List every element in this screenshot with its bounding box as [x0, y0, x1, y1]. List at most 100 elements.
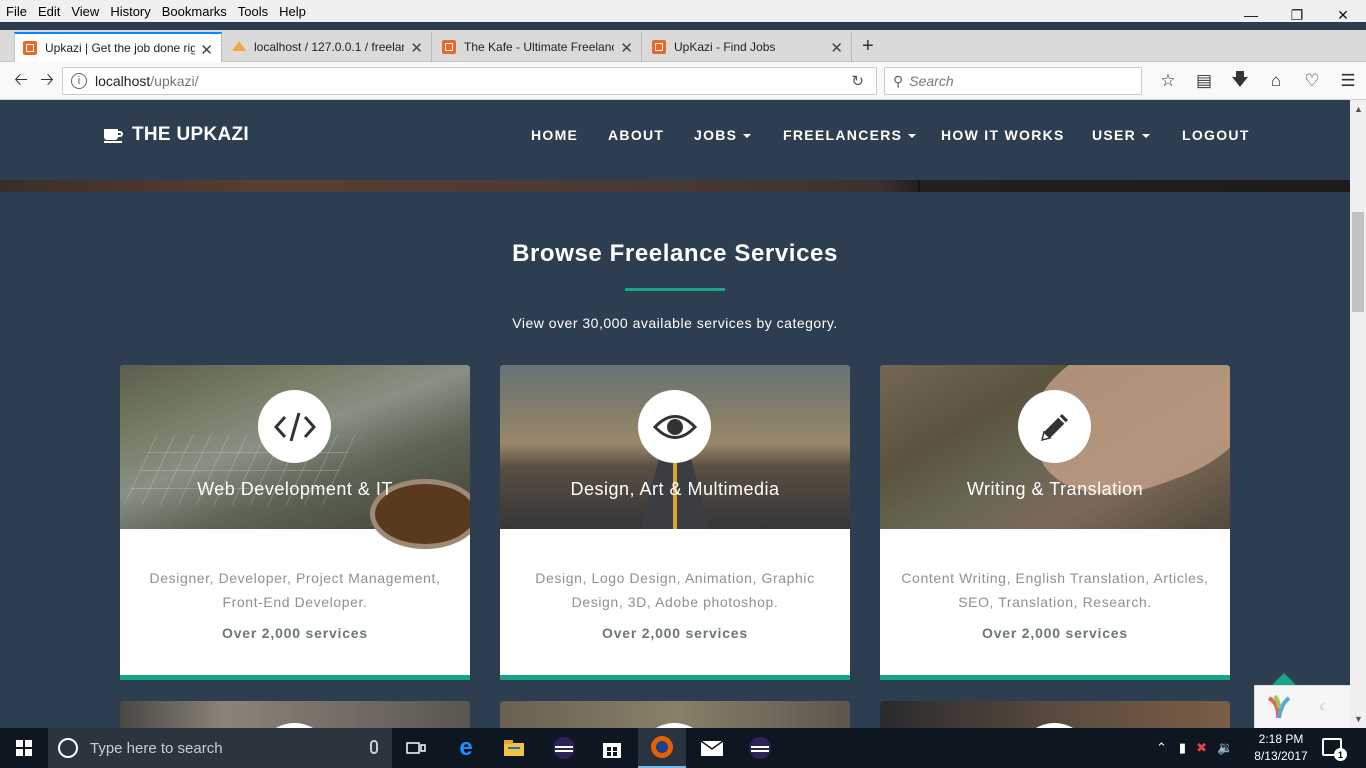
- title-underline: [625, 288, 725, 291]
- hamburger-menu-icon[interactable]: ☰: [1330, 68, 1366, 94]
- tab-phpmyadmin[interactable]: localhost / 127.0.0.1 / freelan ✕: [224, 32, 432, 62]
- caret-down-icon: [743, 134, 752, 139]
- reading-list-icon[interactable]: ▤: [1186, 68, 1222, 94]
- nav-user[interactable]: USER: [1092, 127, 1151, 143]
- eclipse-icon[interactable]: [540, 728, 588, 768]
- download-icon[interactable]: 🡇: [1222, 68, 1258, 94]
- close-tab-icon[interactable]: ✕: [200, 41, 213, 59]
- task-view-icon[interactable]: [392, 728, 440, 768]
- edge-browser-icon[interactable]: e: [442, 728, 490, 768]
- close-tab-icon[interactable]: ✕: [410, 39, 423, 57]
- scrollbar-thumb[interactable]: [1352, 212, 1364, 312]
- mail-icon[interactable]: [688, 728, 736, 768]
- card-body: Designer, Developer, Project Management,…: [120, 534, 470, 680]
- nav-user-label: USER: [1092, 127, 1137, 143]
- nav-home[interactable]: HOME: [531, 127, 578, 143]
- tab-upkazi-home[interactable]: Upkazi | Get the job done rig ✕: [14, 32, 222, 62]
- nav-logout[interactable]: LOGOUT: [1182, 127, 1250, 143]
- microphone-icon[interactable]: [370, 740, 378, 754]
- new-tab-icon[interactable]: +: [862, 35, 874, 58]
- card-body: Design, Logo Design, Animation, Graphic …: [500, 534, 850, 680]
- category-card-partial[interactable]: [500, 701, 850, 728]
- back-arrow-icon[interactable]: 🡠: [8, 68, 34, 94]
- minimize-icon[interactable]: —: [1228, 0, 1274, 30]
- nav-about[interactable]: ABOUT: [608, 127, 664, 143]
- window-controls: — ❐ ✕: [1228, 0, 1366, 30]
- restore-icon[interactable]: ❐: [1274, 0, 1320, 30]
- section-subtitle: View over 30,000 available services by c…: [512, 315, 838, 331]
- upkazi-favicon-icon: [23, 41, 37, 55]
- menu-tools[interactable]: Tools: [233, 4, 273, 19]
- network-disconnected-icon[interactable]: ✖: [1196, 740, 1207, 756]
- menu-edit[interactable]: Edit: [33, 4, 65, 19]
- clock-time: 2:18 PM: [1258, 732, 1304, 746]
- close-tab-icon[interactable]: ✕: [830, 39, 843, 57]
- card-accent-bar: [120, 675, 470, 680]
- reload-icon[interactable]: ↻: [851, 72, 864, 90]
- category-card-design[interactable]: Design, Art & Multimedia Design, Logo De…: [500, 365, 850, 680]
- close-tab-icon[interactable]: ✕: [620, 39, 633, 57]
- url-bar[interactable]: i localhost/upkazi/ ↻: [62, 67, 877, 95]
- card-count: Over 2,000 services: [602, 625, 748, 641]
- cortana-icon: [58, 738, 78, 758]
- taskbar-clock[interactable]: 2:18 PM 8/13/2017: [1248, 731, 1314, 765]
- file-explorer-icon[interactable]: [490, 728, 538, 768]
- phpmyadmin-favicon-icon: [232, 40, 246, 54]
- nav-how-it-works[interactable]: HOW IT WORKS: [941, 127, 1065, 143]
- forward-arrow-icon[interactable]: 🡢: [34, 68, 60, 94]
- page-scrollbar[interactable]: ▲ ▼: [1350, 100, 1366, 728]
- menu-history[interactable]: History: [105, 4, 155, 19]
- menu-help[interactable]: Help: [274, 4, 311, 19]
- category-card-partial[interactable]: [880, 701, 1230, 728]
- nav-freelancers[interactable]: FREELANCERS: [783, 127, 917, 143]
- eclipse-icon[interactable]: [736, 728, 784, 768]
- taskbar-search-input[interactable]: Type here to search: [48, 728, 392, 768]
- browser-search-input[interactable]: ⚲ Search: [884, 67, 1142, 95]
- upkazi-favicon-icon: [652, 40, 666, 54]
- tab-the-kafe[interactable]: The Kafe - Ultimate Freelanc ✕: [434, 32, 642, 62]
- store-icon[interactable]: [588, 728, 636, 768]
- menu-file[interactable]: File: [1, 4, 32, 19]
- category-card-writing[interactable]: Writing & Translation Content Writing, E…: [880, 365, 1230, 680]
- close-window-icon[interactable]: ✕: [1320, 0, 1366, 30]
- site-info-icon[interactable]: i: [71, 73, 87, 89]
- tab-find-jobs[interactable]: UpKazi - Find Jobs ✕: [644, 32, 852, 62]
- caret-down-icon: [1142, 134, 1151, 139]
- tab-title: localhost / 127.0.0.1 / freelan: [254, 40, 404, 54]
- site-nav: HOME ABOUT JOBS FREELANCERS HOW IT WORKS…: [0, 127, 1350, 147]
- site-header: THE UPKAZI HOME ABOUT JOBS FREELANCERS H…: [0, 100, 1350, 180]
- system-tray: ⌃ ▮ ✖ 🔉: [1156, 728, 1233, 768]
- yii-debug-widget[interactable]: ‹: [1254, 685, 1350, 728]
- menu-view[interactable]: View: [66, 4, 104, 19]
- firefox-icon[interactable]: [638, 728, 686, 768]
- hero-image-edge: [0, 180, 1350, 192]
- volume-icon[interactable]: 🔉: [1217, 740, 1233, 756]
- card-category: Writing & Translation: [966, 479, 1144, 499]
- nav-jobs[interactable]: JOBS: [694, 127, 752, 143]
- pocket-icon[interactable]: ♡: [1294, 68, 1330, 94]
- chevron-up-icon[interactable]: ⌃: [1156, 740, 1167, 756]
- home-icon[interactable]: ⌂: [1258, 68, 1294, 94]
- search-icon: ⚲: [893, 72, 904, 89]
- card-count: Over 2,000 services: [982, 625, 1128, 641]
- category-card-partial[interactable]: [120, 701, 470, 728]
- battery-icon[interactable]: ▮: [1179, 740, 1186, 756]
- scroll-up-icon[interactable]: ▲: [1354, 104, 1363, 114]
- pencil-icon: [1018, 390, 1091, 463]
- scroll-to-top-icon[interactable]: [1272, 673, 1296, 685]
- bookmark-star-icon[interactable]: ☆: [1150, 68, 1186, 94]
- code-icon: [258, 390, 331, 463]
- action-center-icon[interactable]: 1: [1322, 738, 1347, 761]
- category-card-web-dev[interactable]: Web Development & IT Designer, Developer…: [120, 365, 470, 680]
- windows-start-icon[interactable]: [0, 728, 48, 768]
- card-category: Design, Art & Multimedia: [570, 479, 780, 499]
- nav-jobs-label: JOBS: [694, 127, 738, 143]
- chevron-left-icon[interactable]: ‹: [1319, 696, 1325, 717]
- tab-title: UpKazi - Find Jobs: [674, 40, 776, 54]
- notification-badge: 1: [1334, 748, 1347, 761]
- kafe-favicon-icon: [442, 40, 456, 54]
- menu-bookmarks[interactable]: Bookmarks: [157, 4, 232, 19]
- scroll-down-icon[interactable]: ▼: [1354, 714, 1363, 724]
- card-count: Over 2,000 services: [222, 625, 368, 641]
- taskbar-search-placeholder: Type here to search: [90, 739, 223, 757]
